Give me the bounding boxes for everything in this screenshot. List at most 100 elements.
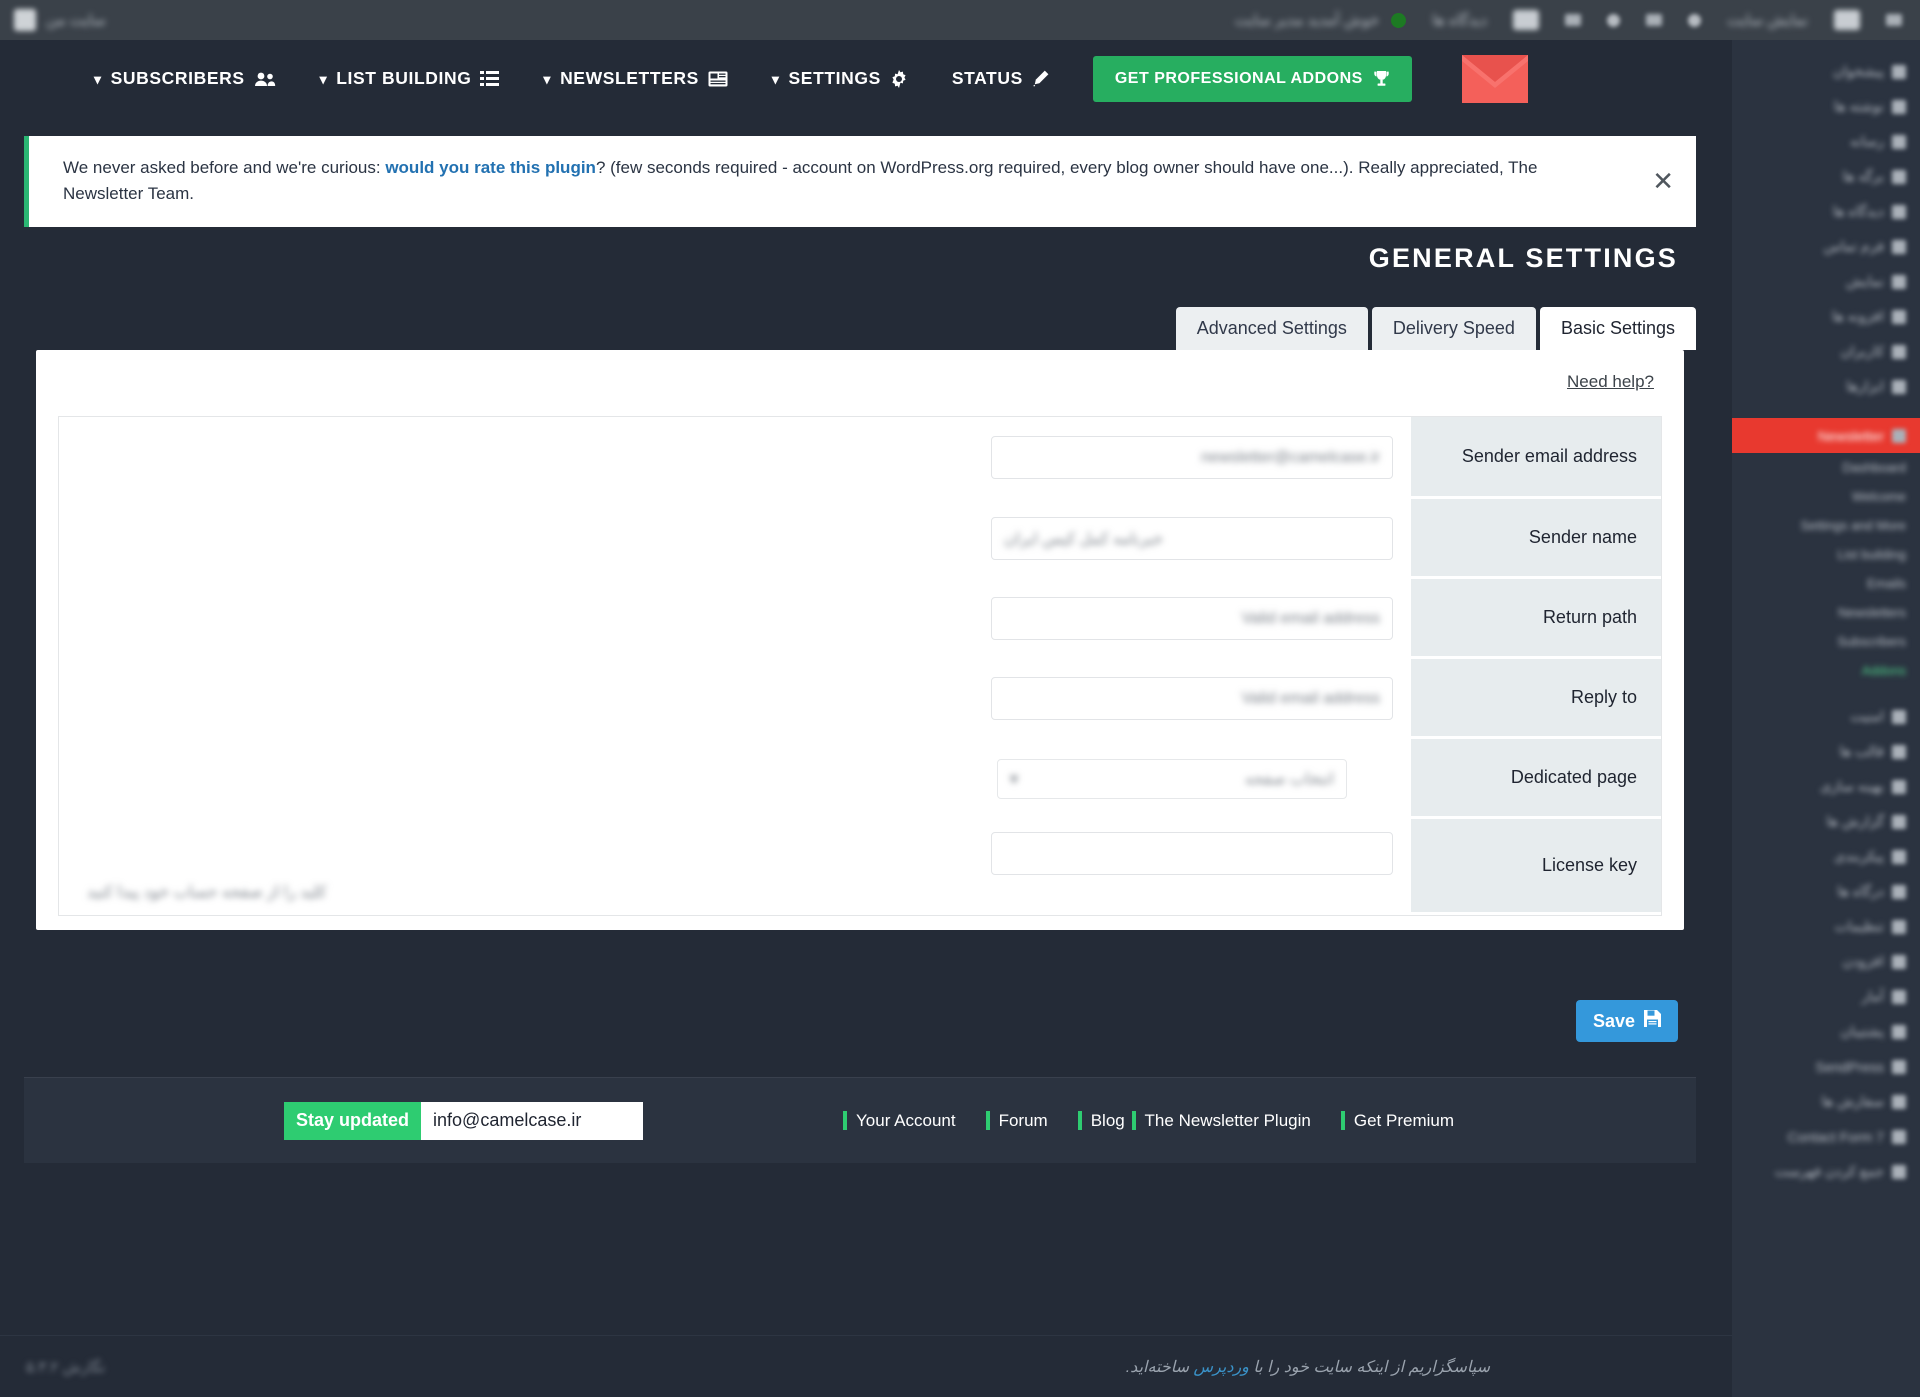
- comments-icon: [1892, 204, 1906, 219]
- posts-icon: [1892, 99, 1906, 114]
- sidebar-item-media[interactable]: رسانه: [1732, 124, 1920, 159]
- sidebar-item-subscribers[interactable]: Subscribers: [1732, 627, 1920, 656]
- media-icon: [1892, 134, 1906, 149]
- tab-delivery-speed[interactable]: Delivery Speed: [1371, 307, 1536, 350]
- sidebar-item-configuration[interactable]: پیکربندی: [1732, 839, 1920, 874]
- return-path-input[interactable]: Valid email address: [991, 597, 1393, 640]
- floppy-disk-icon: [1644, 1010, 1661, 1032]
- tab-advanced-settings[interactable]: Advanced Settings: [1175, 307, 1368, 350]
- sidebar-item-backup[interactable]: پشتیبان: [1732, 1014, 1920, 1049]
- footer-link-blog[interactable]: Blog: [1077, 1111, 1125, 1131]
- save-button-label: Save: [1592, 1010, 1635, 1031]
- stay-updated-email-input[interactable]: [421, 1101, 644, 1140]
- dedicated-page-select[interactable]: انتخاب صفحه ▾: [997, 758, 1347, 799]
- nav-item-label: SUBSCRIBERS: [110, 68, 245, 88]
- nav-item-newsletters[interactable]: ▾ NEWSLETTERS: [521, 68, 749, 89]
- comments-label[interactable]: دیدگاه ها: [1432, 11, 1487, 29]
- form-control: خبرنامه کمل کیس ایران: [59, 499, 1411, 578]
- new-content-icon[interactable]: [1565, 14, 1582, 26]
- addons-button-label: GET PROFESSIONAL ADDONS: [1114, 69, 1363, 87]
- accent-bar-icon: [1340, 1111, 1345, 1130]
- sidebar-item-themes[interactable]: قالب ها: [1732, 734, 1920, 769]
- nav-item-settings[interactable]: ▾ SETTINGS: [750, 68, 930, 89]
- wordpress-link[interactable]: وردپرس: [1194, 1359, 1249, 1376]
- nav-item-status[interactable]: STATUS: [930, 68, 1071, 89]
- return-path-value: Valid email address: [1241, 609, 1380, 627]
- sidebar-item-tools[interactable]: ابزارها: [1732, 369, 1920, 404]
- thanks-before: سپاسگزاریم از اینکه سایت خود را با: [1248, 1358, 1490, 1376]
- visit-site-label[interactable]: نمایش سایت: [1727, 11, 1808, 29]
- sidebar-item-dashboard[interactable]: پیشخوان: [1732, 54, 1920, 89]
- sidebar-item-newsletter[interactable]: Newsletter: [1732, 418, 1920, 453]
- newsletter-envelope-logo[interactable]: [1461, 54, 1528, 103]
- footer-link-newsletter-plugin[interactable]: The Newsletter Plugin: [1131, 1111, 1311, 1131]
- sidebar-item-plugins[interactable]: افزونه ها: [1732, 299, 1920, 334]
- sender-name-input[interactable]: خبرنامه کمل کیس ایران: [991, 517, 1393, 560]
- admin-bar-right: خوش آمدید مدیر سایت دیدگاه ها نمایش سایت: [1235, 10, 1920, 30]
- collapse-icon: [1892, 1164, 1906, 1179]
- form-label: Reply to: [1411, 659, 1661, 738]
- sidebar-item-pages[interactable]: برگه ها: [1732, 159, 1920, 194]
- sidebar-item-emails[interactable]: Emails: [1732, 569, 1920, 598]
- optimization-icon: [1892, 779, 1906, 794]
- sender-email-input[interactable]: newsletter@camelcase.ir: [991, 436, 1393, 479]
- sidebar-item-posts[interactable]: نوشته ها: [1732, 89, 1920, 124]
- sidebar-item-settings-and-more[interactable]: Settings and More: [1732, 511, 1920, 540]
- plus-icon: [1892, 954, 1906, 969]
- orders-icon: [1892, 1094, 1906, 1109]
- site-name-label[interactable]: سایت من: [46, 11, 106, 29]
- sidebar-item-sendpress[interactable]: SendPress: [1732, 1049, 1920, 1084]
- plus-icon[interactable]: [1688, 13, 1702, 27]
- sidebar-item-settings[interactable]: تنظیمات: [1732, 909, 1920, 944]
- sidebar-item-contact-form[interactable]: فرم تماس: [1732, 229, 1920, 264]
- accent-bar-icon: [843, 1111, 848, 1130]
- get-professional-addons-button[interactable]: GET PROFESSIONAL ADDONS: [1092, 55, 1412, 102]
- sidebar-item-add-new[interactable]: افزودن: [1732, 944, 1920, 979]
- footer-link-your-account[interactable]: Your Account: [843, 1111, 956, 1131]
- license-key-input[interactable]: [991, 831, 1393, 875]
- wordpress-thanks-text: سپاسگزاریم از اینکه سایت خود را با وردپر…: [1126, 1357, 1732, 1377]
- gear-icon: [1892, 919, 1906, 934]
- sidebar-item-contact-form-7[interactable]: Contact Form 7: [1732, 1119, 1920, 1154]
- sidebar-item-gateways[interactable]: درگاه ها: [1732, 874, 1920, 909]
- stay-updated-button[interactable]: Stay updated: [284, 1101, 422, 1140]
- sidebar-item-collapse-menu[interactable]: جمع کردن فهرست: [1732, 1154, 1920, 1189]
- menu-toggle-icon[interactable]: [1886, 14, 1902, 26]
- sidebar-item-users[interactable]: کاربران: [1732, 334, 1920, 369]
- sidebar-item-comments[interactable]: دیدگاه ها: [1732, 194, 1920, 229]
- users-icon: [1892, 344, 1906, 359]
- sidebar-item-list-building[interactable]: List building: [1732, 540, 1920, 569]
- footer-link-label: Forum: [998, 1110, 1048, 1130]
- site-logo-icon[interactable]: [1834, 10, 1860, 30]
- nav-item-subscribers[interactable]: ▾ SUBSCRIBERS: [72, 68, 298, 89]
- footer-link-forum[interactable]: Forum: [985, 1110, 1048, 1131]
- chevron-down-icon: ▾: [319, 70, 328, 87]
- need-help-link[interactable]: ?Need help: [1567, 372, 1654, 392]
- close-icon[interactable]: ✕: [1648, 164, 1678, 198]
- sidebar-item-dashboard-sub[interactable]: Dashboard: [1732, 453, 1920, 482]
- app-screen: سایت من خوش آمدید مدیر سایت دیدگاه ها نم…: [0, 0, 1920, 1397]
- updates-icon[interactable]: [1607, 13, 1621, 27]
- tab-basic-settings[interactable]: Basic Settings: [1539, 307, 1696, 350]
- sender-email-value: newsletter@camelcase.ir: [1201, 448, 1380, 466]
- sidebar-item-appearance[interactable]: نمایش: [1732, 264, 1920, 299]
- users-icon: [254, 71, 276, 87]
- sidebar-item-newsletters[interactable]: Newsletters: [1732, 598, 1920, 627]
- sidebar-item-optimization[interactable]: بهینه سازی: [1732, 769, 1920, 804]
- sidebar-item-security[interactable]: امنیت: [1732, 699, 1920, 734]
- sidebar-item-welcome[interactable]: Welcome: [1732, 482, 1920, 511]
- trophy-icon: [1373, 70, 1390, 87]
- howdy-label[interactable]: خوش آمدید مدیر سایت: [1235, 11, 1379, 29]
- sidebar-item-addons[interactable]: Addons: [1732, 656, 1920, 685]
- sidebar-item-orders[interactable]: سفارش ها: [1732, 1084, 1920, 1119]
- rate-plugin-link[interactable]: would you rate this plugin: [385, 158, 596, 177]
- comment-bubble-icon[interactable]: [1646, 14, 1663, 26]
- wordpress-logo-icon[interactable]: [14, 9, 36, 31]
- sidebar-item-stats[interactable]: آمار: [1732, 979, 1920, 1014]
- save-button[interactable]: Save: [1575, 1000, 1678, 1042]
- nav-item-list-building[interactable]: ▾ LIST BUILDING: [298, 68, 522, 89]
- sidebar-item-reports[interactable]: گزارش ها: [1732, 804, 1920, 839]
- reply-to-input[interactable]: Valid email address: [991, 677, 1393, 720]
- avatar[interactable]: [1513, 10, 1540, 30]
- footer-link-get-premium[interactable]: Get Premium: [1340, 1111, 1454, 1131]
